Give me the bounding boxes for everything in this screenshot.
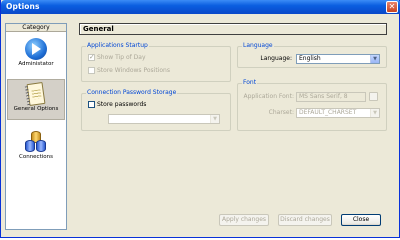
app-font-label: Application Font: [243, 93, 294, 100]
category-item-general-options[interactable]: General Options [7, 79, 65, 120]
chevron-down-icon[interactable]: ▼ [370, 109, 379, 117]
category-item-administrator[interactable]: Administator [7, 38, 65, 67]
store-positions-label: Store Windows Positions [97, 67, 170, 74]
show-tip-checkbox[interactable]: Show Tip of Day [88, 53, 146, 62]
store-positions-checkbox[interactable]: Store Windows Positions [88, 67, 170, 75]
startup-group: Applications Startup Show Tip of Day Sto… [81, 42, 231, 82]
chevron-down-icon[interactable]: ▼ [210, 115, 219, 123]
close-button[interactable]: Close [341, 214, 381, 226]
charset-value: DEFAULT_CHARSET [299, 109, 357, 116]
language-group: Language Language: English ▼ [237, 42, 387, 68]
store-passwords-label: Store passwords [97, 101, 147, 108]
charset-label: Charset: [268, 109, 294, 116]
database-icon [25, 131, 47, 153]
app-font-value: MS Sans Serif, 8 [299, 93, 348, 100]
options-window: Options ✕ Category Administator General … [0, 0, 400, 238]
language-label: Language: [260, 55, 292, 62]
password-storage-group: Connection Password Storage Store passwo… [81, 89, 231, 131]
checkbox-box[interactable] [88, 67, 95, 74]
language-group-title: Language [242, 42, 274, 50]
category-label: Administator [18, 61, 54, 67]
checkbox-box[interactable] [88, 53, 95, 61]
method-select[interactable]: ▼ [108, 114, 220, 124]
apply-changes-button[interactable]: Apply changes [219, 214, 269, 226]
category-label: General Options [13, 106, 59, 112]
panel-title: General [79, 23, 387, 35]
font-group: Font Application Font: MS Sans Serif, 8 … [237, 79, 387, 131]
font-group-title: Font [242, 79, 258, 87]
show-tip-label: Show Tip of Day [97, 54, 146, 61]
font-picker-button[interactable] [369, 92, 378, 101]
category-label: Connections [19, 154, 53, 160]
window-title: Options [6, 2, 40, 11]
charset-select[interactable]: DEFAULT_CHARSET ▼ [296, 108, 380, 118]
title-bar[interactable]: Options ✕ [1, 0, 400, 14]
chevron-down-icon[interactable]: ▼ [370, 55, 379, 63]
checkbox-box[interactable] [88, 101, 95, 108]
close-window-button[interactable]: ✕ [386, 1, 398, 13]
category-sidebar: Category Administator General Options Co… [5, 23, 67, 230]
category-item-connections[interactable]: Connections [7, 131, 65, 160]
language-select[interactable]: English ▼ [296, 54, 380, 64]
language-value: English [299, 55, 321, 62]
store-passwords-checkbox[interactable]: Store passwords [88, 101, 146, 109]
category-header: Category [6, 24, 66, 32]
app-font-field[interactable]: MS Sans Serif, 8 [296, 92, 366, 102]
startup-group-title: Applications Startup [86, 42, 149, 50]
notebook-icon [26, 81, 46, 107]
play-icon [25, 38, 47, 60]
password-storage-title: Connection Password Storage [86, 89, 178, 97]
discard-changes-button[interactable]: Discard changes [278, 214, 332, 226]
